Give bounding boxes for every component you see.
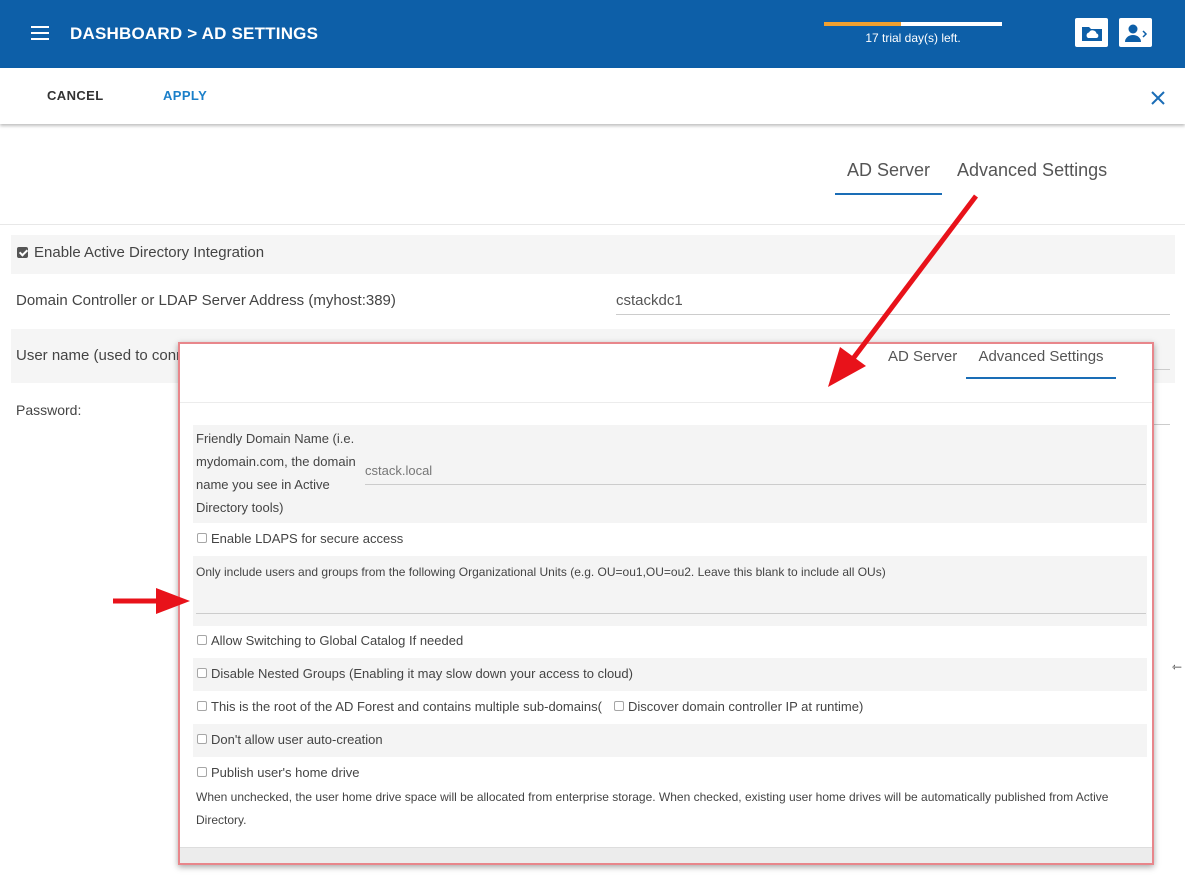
ou-input[interactable] [196, 588, 1146, 614]
popup-tab-ad-server[interactable]: AD Server [888, 348, 957, 365]
trial-indicator: 17 trial day(s) left. [824, 22, 1002, 45]
home-drive-label: Publish user's home drive [211, 765, 360, 780]
enable-ad-label: Enable Active Directory Integration [34, 244, 265, 261]
user-logout-icon [1124, 24, 1147, 42]
forest-root-label: This is the root of the AD Forest and co… [211, 699, 602, 714]
no-autocreate-checkbox[interactable] [197, 734, 207, 744]
action-toolbar: CANCEL APPLY [0, 68, 1185, 124]
ou-label: Only include users and groups from the f… [196, 565, 886, 579]
global-catalog-checkbox[interactable] [197, 635, 207, 645]
tab-advanced-settings[interactable]: Advanced Settings [957, 160, 1107, 181]
breadcrumb: DASHBOARD > AD SETTINGS [70, 24, 319, 43]
friendly-domain-label: Friendly Domain Name (i.e. mydomain.com,… [196, 431, 356, 515]
discover-dc-checkbox[interactable] [614, 701, 624, 711]
home-drive-checkbox[interactable] [197, 767, 207, 777]
nested-groups-label: Disable Nested Groups (Enabling it may s… [211, 666, 633, 681]
tab-divider [0, 224, 1185, 225]
tab-ad-server[interactable]: AD Server [835, 160, 942, 195]
ldaps-label: Enable LDAPS for secure access [211, 531, 404, 546]
forest-root-checkbox[interactable] [197, 701, 207, 711]
global-catalog-label: Allow Switching to Global Catalog If nee… [211, 633, 464, 648]
cloud-folder-button[interactable] [1075, 18, 1108, 47]
domain-controller-label: Domain Controller or LDAP Server Address… [16, 292, 396, 309]
advanced-settings-popup: AD Server Advanced Settings Friendly Dom… [178, 342, 1154, 865]
popup-footer-bar [180, 847, 1152, 863]
nested-groups-checkbox[interactable] [197, 668, 207, 678]
home-drive-description: When unchecked, the user home drive spac… [196, 790, 1109, 827]
popup-tab-advanced-settings[interactable]: Advanced Settings [966, 348, 1116, 379]
username-label: User name (used to conn [16, 347, 185, 364]
domain-controller-input[interactable] [616, 287, 1170, 315]
popup-tab-divider [180, 402, 1152, 403]
apply-button[interactable]: APPLY [163, 88, 207, 103]
friendly-domain-input[interactable] [365, 457, 1146, 485]
trial-progress-bar [824, 22, 1002, 26]
close-icon[interactable] [1150, 90, 1166, 106]
discover-dc-label: Discover domain controller IP at runtime… [628, 699, 864, 714]
resize-handle-icon[interactable]: ⇽ [1172, 660, 1182, 674]
trial-text: 17 trial day(s) left. [865, 31, 961, 45]
trial-progress-fill [824, 22, 901, 26]
cloud-folder-icon [1081, 26, 1102, 41]
user-logout-button[interactable] [1119, 18, 1152, 47]
password-label: Password: [16, 402, 82, 418]
enable-ad-checkbox[interactable] [17, 247, 28, 258]
no-autocreate-label: Don't allow user auto-creation [211, 732, 383, 747]
menu-icon[interactable] [31, 26, 49, 42]
ldaps-checkbox[interactable] [197, 533, 207, 543]
app-header: DASHBOARD > AD SETTINGS 17 trial day(s) … [0, 0, 1185, 68]
cancel-button[interactable]: CANCEL [47, 88, 104, 103]
